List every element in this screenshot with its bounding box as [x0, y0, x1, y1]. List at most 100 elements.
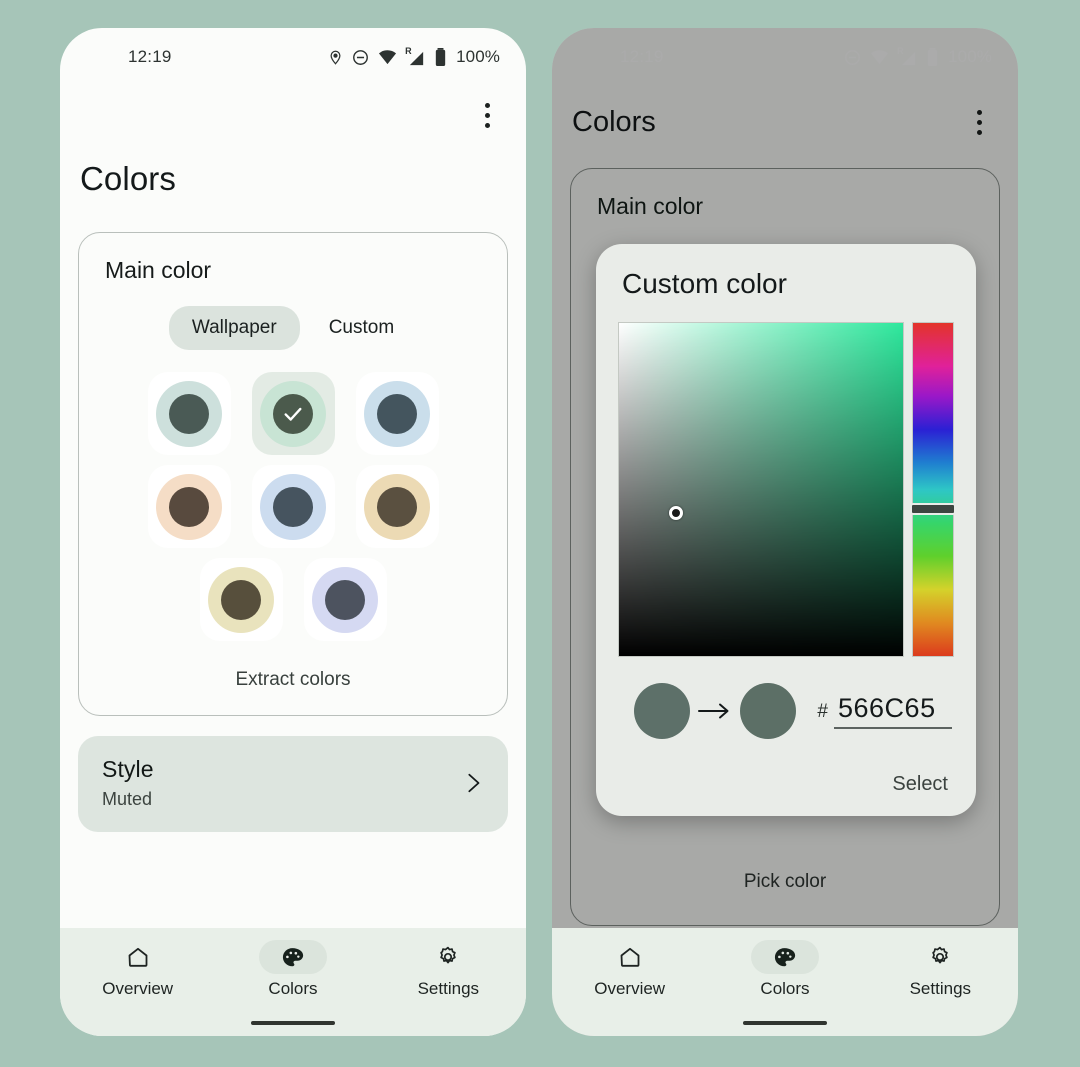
top-app-bar-right: Colors: [552, 86, 1018, 158]
swatch-outer-ring: [364, 380, 430, 447]
swatch-row: [147, 372, 439, 455]
saturation-value-picker[interactable]: [618, 322, 905, 657]
palette-icon: [283, 947, 304, 966]
color-swatch-3[interactable]: [147, 465, 231, 548]
gesture-home-bar[interactable]: [251, 1021, 335, 1025]
hex-prefix: #: [817, 701, 828, 722]
main-color-card: Main color Wallpaper Custom Extract colo…: [78, 232, 508, 716]
nav-item-colors[interactable]: Colors: [707, 940, 862, 999]
top-app-bar-left: [60, 86, 526, 154]
swatch-outer-ring: [260, 473, 326, 540]
content-left: Main color Wallpaper Custom Extract colo…: [60, 232, 526, 832]
extract-colors-button[interactable]: Extract colors: [99, 669, 487, 695]
nav-pill: [906, 940, 974, 974]
nav-pill: [596, 940, 664, 974]
palette-icon: [775, 947, 796, 966]
nav-label-settings: Settings: [909, 979, 972, 998]
color-swatch-7[interactable]: [303, 558, 387, 641]
swatch-inner-dot: [377, 486, 417, 527]
more-options-icon[interactable]: [474, 98, 500, 132]
nav-pill: [414, 940, 482, 974]
nav-item-settings[interactable]: Settings: [371, 940, 526, 999]
nav-item-colors[interactable]: Colors: [215, 940, 370, 999]
main-color-title: Main color: [105, 257, 212, 283]
custom-color-dialog: Custom color # 566C65 Select: [596, 244, 976, 816]
color-preview-row: # 566C65: [618, 683, 954, 739]
preview-current-color: [634, 683, 690, 739]
nav-label-overview: Overview: [594, 979, 666, 998]
status-time: 12:19: [128, 47, 172, 66]
nav-label-colors: Colors: [760, 979, 810, 998]
status-bar-right: 12:19 R 100%: [552, 28, 1018, 86]
status-icons: R 100%: [844, 46, 992, 67]
swatch-row: [199, 558, 387, 641]
page-title: Colors: [80, 160, 176, 197]
nav-pill: [104, 940, 172, 974]
nav-item-overview[interactable]: Overview: [552, 940, 707, 999]
wifi-icon: [871, 50, 889, 65]
sv-picker-cursor[interactable]: [668, 505, 683, 520]
hex-input[interactable]: 566C65: [834, 693, 952, 729]
nav-item-settings[interactable]: Settings: [863, 940, 1018, 999]
gesture-home-bar[interactable]: [743, 1021, 827, 1025]
chevron-right-icon: [468, 773, 480, 793]
nav-item-overview[interactable]: Overview: [60, 940, 215, 999]
swatch-outer-ring: [364, 473, 430, 540]
color-source-segmented-control: Wallpaper Custom: [99, 306, 487, 350]
hue-slider[interactable]: [910, 322, 956, 657]
color-swatch-0[interactable]: [147, 372, 231, 455]
color-swatch-2[interactable]: [355, 372, 439, 455]
do-not-disturb-icon: [845, 49, 861, 65]
pick-color-label: Pick color: [743, 871, 827, 892]
status-icons: R 100%: [328, 46, 500, 67]
color-swatch-5[interactable]: [355, 465, 439, 548]
more-options-icon[interactable]: [966, 105, 992, 139]
cellular-signal-icon: [409, 51, 424, 65]
style-card[interactable]: Style Muted: [78, 736, 508, 832]
screenshot-stage: 12:19 R 100% Colors Main color Wallpaper…: [0, 0, 1080, 1067]
arrow-right-icon: [698, 703, 729, 719]
swatch-outer-ring: [156, 473, 222, 540]
nav-pill: [258, 940, 327, 974]
preview-new-color: [740, 683, 796, 739]
segment-custom[interactable]: Custom: [306, 306, 417, 350]
color-swatch-6[interactable]: [199, 558, 283, 641]
wallpaper-swatch-grid: [99, 372, 487, 641]
color-swatch-1[interactable]: [251, 372, 335, 455]
swatch-inner-dot: [221, 579, 261, 620]
hue-slider-thumb[interactable]: [910, 503, 956, 516]
nav-label-settings: Settings: [417, 979, 480, 998]
gear-icon: [932, 946, 949, 964]
nav-label-colors: Colors: [268, 979, 318, 998]
battery-icon: [435, 48, 446, 66]
do-not-disturb-icon: [353, 49, 369, 65]
select-button[interactable]: Select: [618, 773, 954, 796]
hex-input-group: # 566C65: [817, 693, 952, 729]
gear-icon: [440, 946, 457, 964]
battery-icon: [927, 48, 938, 66]
swatch-outer-ring: [208, 566, 274, 633]
style-subtitle: Muted: [102, 789, 153, 809]
style-title: Style: [102, 756, 154, 782]
bottom-nav-right: Overview Colors Settings: [552, 928, 1018, 1036]
color-picker-row: [618, 322, 956, 657]
dialog-title: Custom color: [622, 268, 787, 299]
main-color-title: Main color: [597, 193, 704, 219]
nav-pill: [750, 940, 819, 974]
swatch-row: [147, 465, 439, 548]
color-swatch-4[interactable]: [251, 465, 335, 548]
nav-label-overview: Overview: [102, 979, 174, 998]
battery-percent: 100%: [948, 47, 992, 66]
swatch-inner-dot: [169, 486, 209, 527]
segment-wallpaper[interactable]: Wallpaper: [168, 306, 300, 350]
wifi-icon: [379, 50, 397, 65]
home-icon: [620, 947, 640, 967]
status-bar-left: 12:19 R 100%: [60, 28, 526, 86]
swatch-inner-dot: [325, 579, 365, 620]
home-icon: [128, 947, 148, 967]
top-bar-title: Colors: [572, 105, 656, 138]
cellular-signal-icon: [901, 51, 916, 65]
battery-percent: 100%: [456, 47, 500, 66]
phone-left: 12:19 R 100% Colors Main color Wallpaper…: [60, 28, 526, 1036]
location-pin-icon: [330, 50, 341, 65]
